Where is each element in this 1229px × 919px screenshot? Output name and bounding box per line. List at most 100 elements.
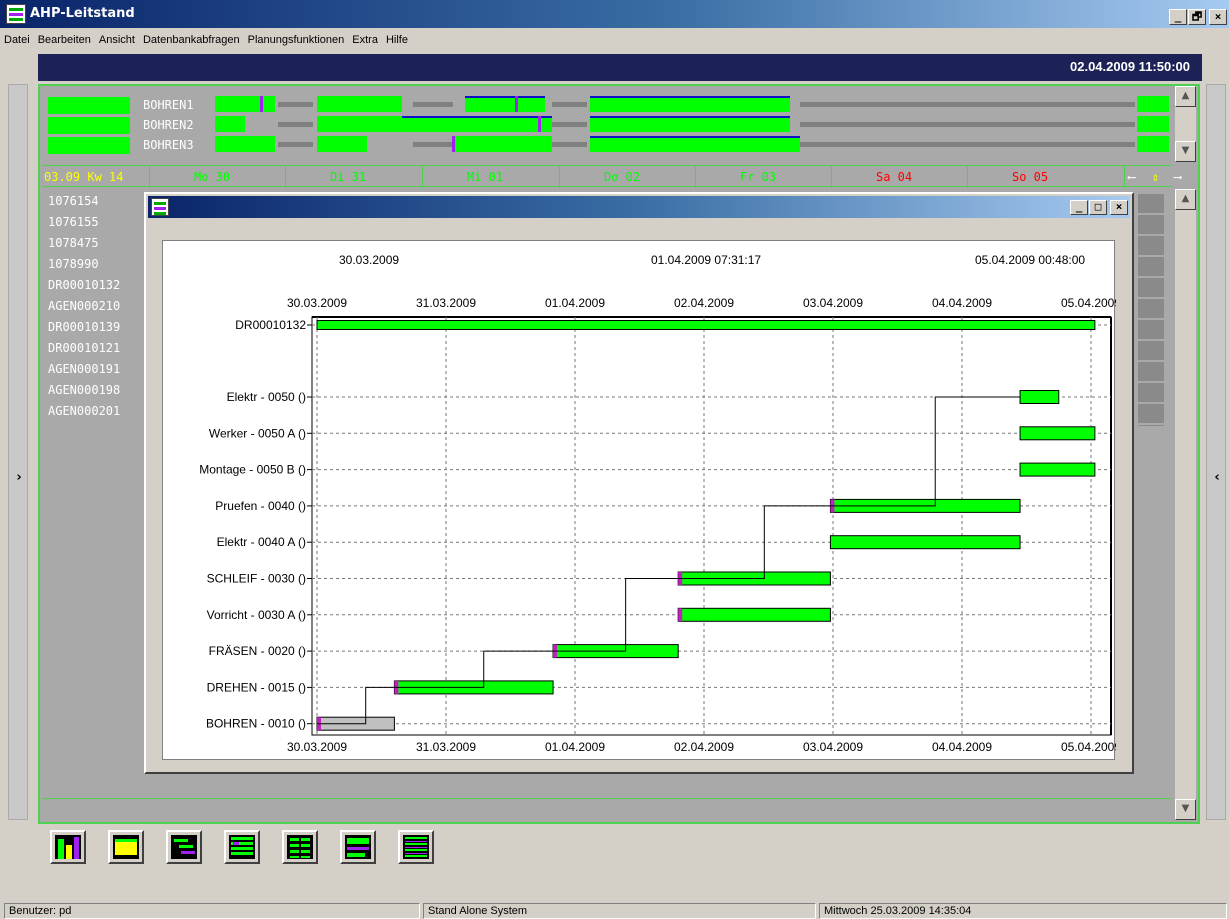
subwindow-maximize-button[interactable]: □ bbox=[1089, 200, 1107, 215]
detail-icon bbox=[403, 835, 429, 859]
right-collapse-handle[interactable]: ‹ bbox=[1206, 84, 1226, 820]
order-item[interactable]: DR00010121 bbox=[48, 341, 120, 355]
left-collapse-handle[interactable]: › bbox=[8, 84, 28, 820]
order-item[interactable]: 1076155 bbox=[48, 215, 99, 229]
maximize-button[interactable]: 🗗 bbox=[1188, 9, 1206, 25]
plot-frame bbox=[311, 316, 1112, 736]
schedule-gap bbox=[278, 122, 313, 127]
schedule-bar[interactable] bbox=[215, 96, 275, 112]
x-tick-label-top: 31.03.2009 bbox=[416, 296, 476, 310]
order-item[interactable]: DR00010132 bbox=[48, 278, 120, 292]
day-label: Mi 01 bbox=[467, 170, 504, 184]
x-tick-label-bottom: 03.04.2009 bbox=[803, 740, 863, 754]
order-item[interactable]: AGEN000201 bbox=[48, 404, 120, 418]
order-item[interactable]: 1078475 bbox=[48, 236, 99, 250]
order-scrollbar[interactable]: ▲ ▼ bbox=[1175, 189, 1196, 820]
table-view-button[interactable] bbox=[282, 830, 318, 864]
order-item[interactable]: AGEN000198 bbox=[48, 383, 120, 397]
day-label-weekend: Sa 04 bbox=[876, 170, 913, 184]
row-label: Elektr - 0040 A () bbox=[217, 535, 306, 549]
row-label: Elektr - 0050 () bbox=[227, 390, 306, 404]
order-item[interactable]: AGEN000191 bbox=[48, 362, 120, 376]
chart-view-button[interactable] bbox=[50, 830, 86, 864]
schedule-bar[interactable] bbox=[215, 136, 275, 152]
x-tick-label-top: 05.04.2009 bbox=[1061, 296, 1116, 310]
schedule-gap bbox=[552, 122, 587, 127]
minimize-button[interactable]: _ bbox=[1169, 9, 1187, 25]
menu-datenbankabfragen[interactable]: Datenbankabfragen bbox=[139, 30, 244, 50]
x-tick-label-bottom: 31.03.2009 bbox=[416, 740, 476, 754]
gantt-detail-window: _ □ × 30.03.2009 01.04.2009 07:31:17 05.04… bbox=[144, 192, 1134, 774]
marker bbox=[260, 96, 263, 112]
schedule-gap bbox=[800, 122, 1135, 127]
schedule-bar[interactable] bbox=[317, 136, 367, 152]
order-item[interactable]: 1078990 bbox=[48, 257, 99, 271]
title-bar: AHP-Leitstand _ 🗗 × bbox=[0, 0, 1229, 28]
zoom-arrow[interactable]: ⇕ bbox=[1152, 170, 1159, 184]
resource-row-bohren1[interactable]: BOHREN1 bbox=[48, 96, 208, 114]
progress-marker bbox=[678, 608, 683, 622]
order-item[interactable]: DR00010139 bbox=[48, 320, 120, 334]
menu-planungsfunktionen[interactable]: Planungsfunktionen bbox=[244, 30, 349, 50]
menu-extra[interactable]: Extra bbox=[348, 30, 382, 50]
plan-view-button[interactable] bbox=[340, 830, 376, 864]
list-icon bbox=[171, 835, 197, 859]
order-item[interactable]: 1076154 bbox=[48, 194, 99, 208]
subwindow-close-button[interactable]: × bbox=[1110, 200, 1128, 215]
window-icon bbox=[113, 835, 139, 859]
schedule-bar[interactable] bbox=[590, 136, 800, 152]
close-button[interactable]: × bbox=[1209, 9, 1227, 25]
resource-label: BOHREN3 bbox=[143, 138, 194, 152]
schedule-bar[interactable] bbox=[1137, 136, 1169, 152]
schedule-bar[interactable] bbox=[590, 96, 790, 112]
yellow-view-button[interactable] bbox=[108, 830, 144, 864]
schedule-bar[interactable] bbox=[317, 96, 402, 112]
subwindow-icon bbox=[151, 198, 169, 216]
menu-hilfe[interactable]: Hilfe bbox=[382, 30, 412, 50]
subwindow-minimize-button[interactable]: _ bbox=[1070, 200, 1088, 215]
week-label: 03.09 Kw 14 bbox=[44, 170, 124, 184]
resource-row-bohren2[interactable]: BOHREN2 bbox=[48, 116, 208, 134]
resource-scrollbar[interactable]: ▲ ▼ bbox=[1175, 86, 1196, 162]
scroll-down-button[interactable]: ▼ bbox=[1175, 141, 1196, 162]
scroll-right-arrow[interactable]: ⟶ bbox=[1174, 170, 1181, 184]
schedule-bar[interactable] bbox=[317, 116, 402, 132]
scroll-left-arrow[interactable]: ⟵ bbox=[1128, 170, 1135, 184]
schedule-gap bbox=[413, 142, 453, 147]
schedule-bar[interactable] bbox=[465, 96, 545, 112]
gantt-bar bbox=[316, 320, 1096, 330]
scroll-up-button[interactable]: ▲ bbox=[1175, 189, 1196, 210]
menu-bar: Datei Bearbeiten Ansicht Datenbankabfragen P… bbox=[0, 30, 1229, 52]
status-user: Benutzer: pd bbox=[4, 903, 420, 919]
schedule-gap bbox=[278, 102, 313, 107]
chevron-right-icon: › bbox=[16, 470, 22, 485]
row-label: DR00010132 bbox=[235, 318, 306, 332]
gantt-chart-area: 30.03.2009 01.04.2009 07:31:17 05.04.2009 … bbox=[162, 240, 1121, 760]
chart-header-left: 30.03.2009 bbox=[339, 253, 399, 267]
menu-ansicht[interactable]: Ansicht bbox=[95, 30, 139, 50]
schedule-bar[interactable] bbox=[402, 116, 552, 132]
scroll-down-button[interactable]: ▼ bbox=[1175, 799, 1196, 820]
row-label: Vorricht - 0030 A () bbox=[207, 608, 306, 622]
schedule-bar[interactable] bbox=[1137, 116, 1169, 132]
detail-view-button[interactable] bbox=[398, 830, 434, 864]
schedule-bar[interactable] bbox=[590, 116, 790, 132]
schedule-bar[interactable] bbox=[452, 136, 552, 152]
schedule-bar-edge bbox=[402, 116, 552, 118]
schedule-bar[interactable] bbox=[1137, 96, 1169, 112]
row-label: Werker - 0050 A () bbox=[209, 426, 306, 440]
scroll-up-button[interactable]: ▲ bbox=[1175, 86, 1196, 107]
x-tick-label-top: 04.04.2009 bbox=[932, 296, 992, 310]
schedule-bar-edge bbox=[465, 96, 545, 98]
schedule-bar-edge bbox=[590, 116, 790, 118]
order-item[interactable]: AGEN000210 bbox=[48, 299, 120, 313]
list-view-button[interactable] bbox=[166, 830, 202, 864]
gantt-chart: 30.03.2009 01.04.2009 07:31:17 05.04.2009 … bbox=[199, 253, 1121, 754]
menu-bearbeiten[interactable]: Bearbeiten bbox=[34, 30, 95, 50]
resource-row-bohren3[interactable]: BOHREN3 bbox=[48, 136, 208, 154]
menu-datei[interactable]: Datei bbox=[0, 30, 34, 50]
schedule-bar[interactable] bbox=[215, 116, 245, 132]
chevron-left-icon: ‹ bbox=[1214, 470, 1220, 485]
gantt-view-button[interactable] bbox=[224, 830, 260, 864]
x-tick-label-top: 02.04.2009 bbox=[674, 296, 734, 310]
